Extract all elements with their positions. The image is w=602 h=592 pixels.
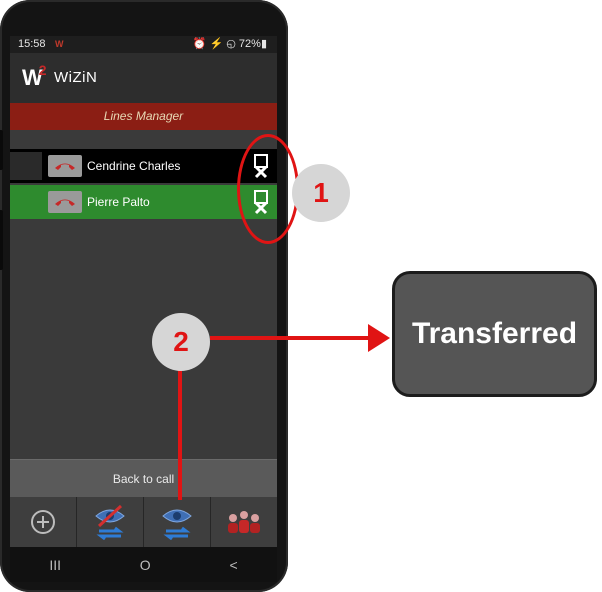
phone-frame: 15:58 W ⏰ ⚡ ◵ 72%▮ W2 WiZiN Lines Manage…	[0, 0, 288, 592]
page-title: Lines Manager	[10, 103, 277, 130]
android-nav-bar: III O <	[10, 547, 277, 582]
status-time: 15:58	[18, 38, 46, 50]
volume-button	[0, 130, 3, 170]
back-button[interactable]: <	[229, 557, 237, 573]
line-selector[interactable]	[10, 152, 42, 180]
line-name: Cendrine Charles	[87, 159, 181, 173]
conference-button[interactable]	[211, 497, 277, 547]
hangup-icon[interactable]	[48, 155, 82, 177]
home-button[interactable]: O	[140, 557, 151, 573]
recents-button[interactable]: III	[49, 557, 61, 573]
app-logo: W2	[22, 62, 47, 90]
hide-transfer-icon	[95, 504, 125, 540]
transfer-button[interactable]	[144, 497, 211, 547]
annotation-connector	[178, 366, 182, 500]
result-callout: Transferred	[392, 271, 597, 397]
status-bar: 15:58 W ⏰ ⚡ ◵ 72%▮	[10, 36, 277, 53]
back-to-call-button[interactable]: Back to call	[10, 459, 277, 498]
highlight-ellipse	[237, 134, 299, 244]
app-header: W2 WiZiN	[10, 53, 277, 103]
add-call-button[interactable]	[10, 497, 77, 547]
annotation-marker-2: 2	[152, 313, 210, 371]
app-indicator: W	[55, 39, 64, 49]
annotation-arrow-line	[210, 336, 370, 340]
line-name: Pierre Palto	[87, 195, 150, 209]
transfer-icon	[162, 509, 192, 540]
bottom-toolbar	[10, 497, 277, 547]
hangup-icon[interactable]	[48, 191, 82, 213]
annotation-marker-1: 1	[292, 164, 350, 222]
add-icon	[31, 510, 55, 534]
side-button	[0, 210, 3, 270]
app-name: WiZiN	[54, 69, 98, 86]
phone-screen: 15:58 W ⏰ ⚡ ◵ 72%▮ W2 WiZiN Lines Manage…	[10, 36, 277, 582]
arrow-head-icon	[368, 324, 390, 352]
conference-icon	[228, 511, 260, 533]
hide-transfer-button[interactable]	[77, 497, 144, 547]
status-icons: ⏰ ⚡ ◵ 72%▮	[192, 38, 267, 50]
